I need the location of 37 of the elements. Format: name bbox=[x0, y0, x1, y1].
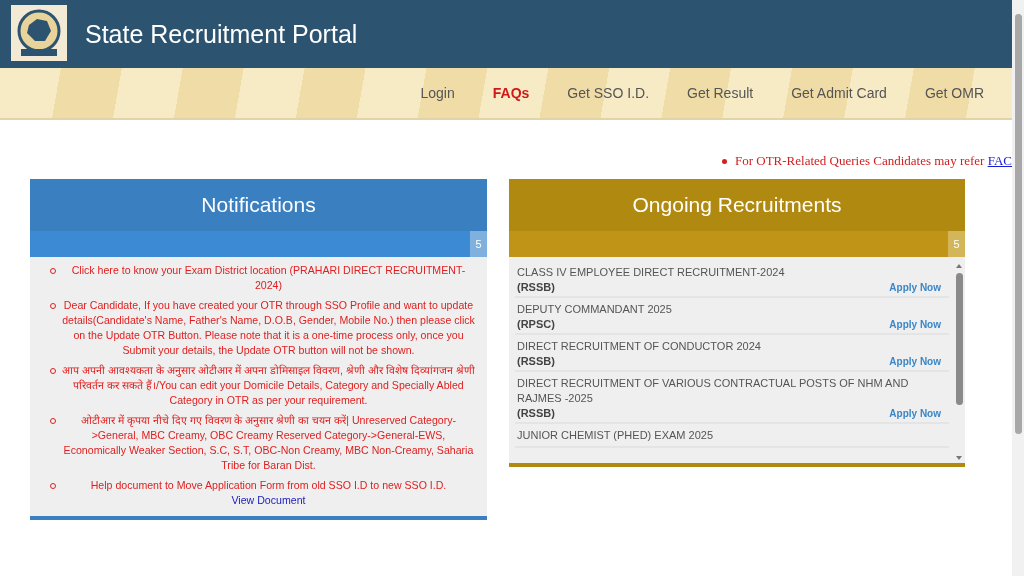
panel-header: Ongoing Recruitments bbox=[509, 179, 965, 231]
count-badge: 5 bbox=[948, 231, 965, 257]
apply-now-link[interactable]: Apply Now bbox=[889, 356, 941, 367]
recruitment-title: DIRECT RECRUITMENT OF CONDUCTOR 2024 bbox=[517, 339, 762, 354]
count-badge: 5 bbox=[470, 231, 487, 257]
organization-label: (RSSB) bbox=[517, 407, 555, 419]
nav-link[interactable]: Login bbox=[420, 85, 455, 101]
recruitment-title: DEPUTY COMMANDANT 2025 bbox=[517, 302, 673, 317]
panel-header: Notifications bbox=[30, 179, 487, 231]
apply-now-link[interactable]: Apply Now bbox=[889, 282, 941, 293]
scroll-up-arrow-icon[interactable] bbox=[955, 263, 963, 269]
emblem-icon bbox=[11, 5, 69, 63]
nav-link[interactable]: FAQs bbox=[492, 85, 530, 101]
nav-link[interactable]: Get Result bbox=[687, 85, 754, 101]
scroll-thumb[interactable] bbox=[955, 273, 963, 405]
site-title: State Recruitment Portal bbox=[85, 19, 358, 49]
apply-now-link[interactable]: Apply Now bbox=[889, 408, 941, 419]
faq-link[interactable]: FAC bbox=[987, 153, 1012, 168]
nav-link[interactable]: Get SSO I.D. bbox=[567, 85, 650, 101]
bullet-icon bbox=[721, 158, 727, 164]
recruitment-title: DIRECT RECRUITMENT OF VARIOUS CONTRACTUAL POSTS OF NHM AND RAJMES -2025 bbox=[517, 376, 910, 406]
notification-text[interactable]: Click here to know your Exam District location (PRAHARI DIRECT RECRUITMENT-2024) bbox=[62, 263, 475, 293]
recruitment-title: JUNIOR CHEMIST (PHED) EXAM 2025 bbox=[517, 428, 714, 443]
notification-text[interactable]: Help document to Move Application Form from old SSO I.D to new SSO I.D. View Document bbox=[62, 478, 475, 508]
scroll-down-arrow-icon[interactable] bbox=[955, 455, 963, 461]
organization-label: (RPSC) bbox=[517, 318, 555, 330]
organization-label: (RSSB) bbox=[517, 355, 555, 367]
recruitment-title: CLASS IV EMPLOYEE DIRECT RECRUITMENT-2024 bbox=[517, 265, 786, 280]
notification-text[interactable]: आप अपनी आवश्यकता के अनुसार ओटीआर में अपना डोमिसाइल विवरण, श्रेणी और विशेष दिव्यांगजन श्रेणी परिवर्तन कर सकते हैं।/You can edit your Domicile Details, Category and Specially Abled Category in OTR as per your requirement. bbox=[62, 363, 475, 408]
nav-link[interactable]: Get Admit Card bbox=[791, 85, 887, 101]
notice-text: For OTR-Related Queries Candidates may refer FAC bbox=[734, 153, 1012, 169]
notification-text[interactable]: Dear Candidate, If you have created your OTR through SSO Profile and want to update details(Candidate's Name, Father's Name, D.O.B, Gender, Mobile No.) then please click on the Update OTR Button. Please note that it is a one-time process only, once you Submit your details, the Update OTR button will not be shown. bbox=[62, 298, 475, 358]
organization-label: (RSSB) bbox=[517, 281, 555, 293]
nav-link[interactable]: Get OMR bbox=[924, 85, 984, 101]
apply-now-link[interactable]: Apply Now bbox=[889, 319, 941, 330]
view-document-link[interactable]: View Document bbox=[231, 494, 306, 506]
notification-text[interactable]: ओटीआर में कृपया नीचे दिए गए विवरण के अनुसार श्रेणी का चयन करें| Unreserved Category->General, MBC Creamy, OBC Creamy Reserved Category->General-EWS, Economically Weaker Section, S.C, S.T, OBC-Non Creamy, MBC Non-Creamy, Saharia Tribe for Baran Dist. bbox=[62, 413, 475, 473]
